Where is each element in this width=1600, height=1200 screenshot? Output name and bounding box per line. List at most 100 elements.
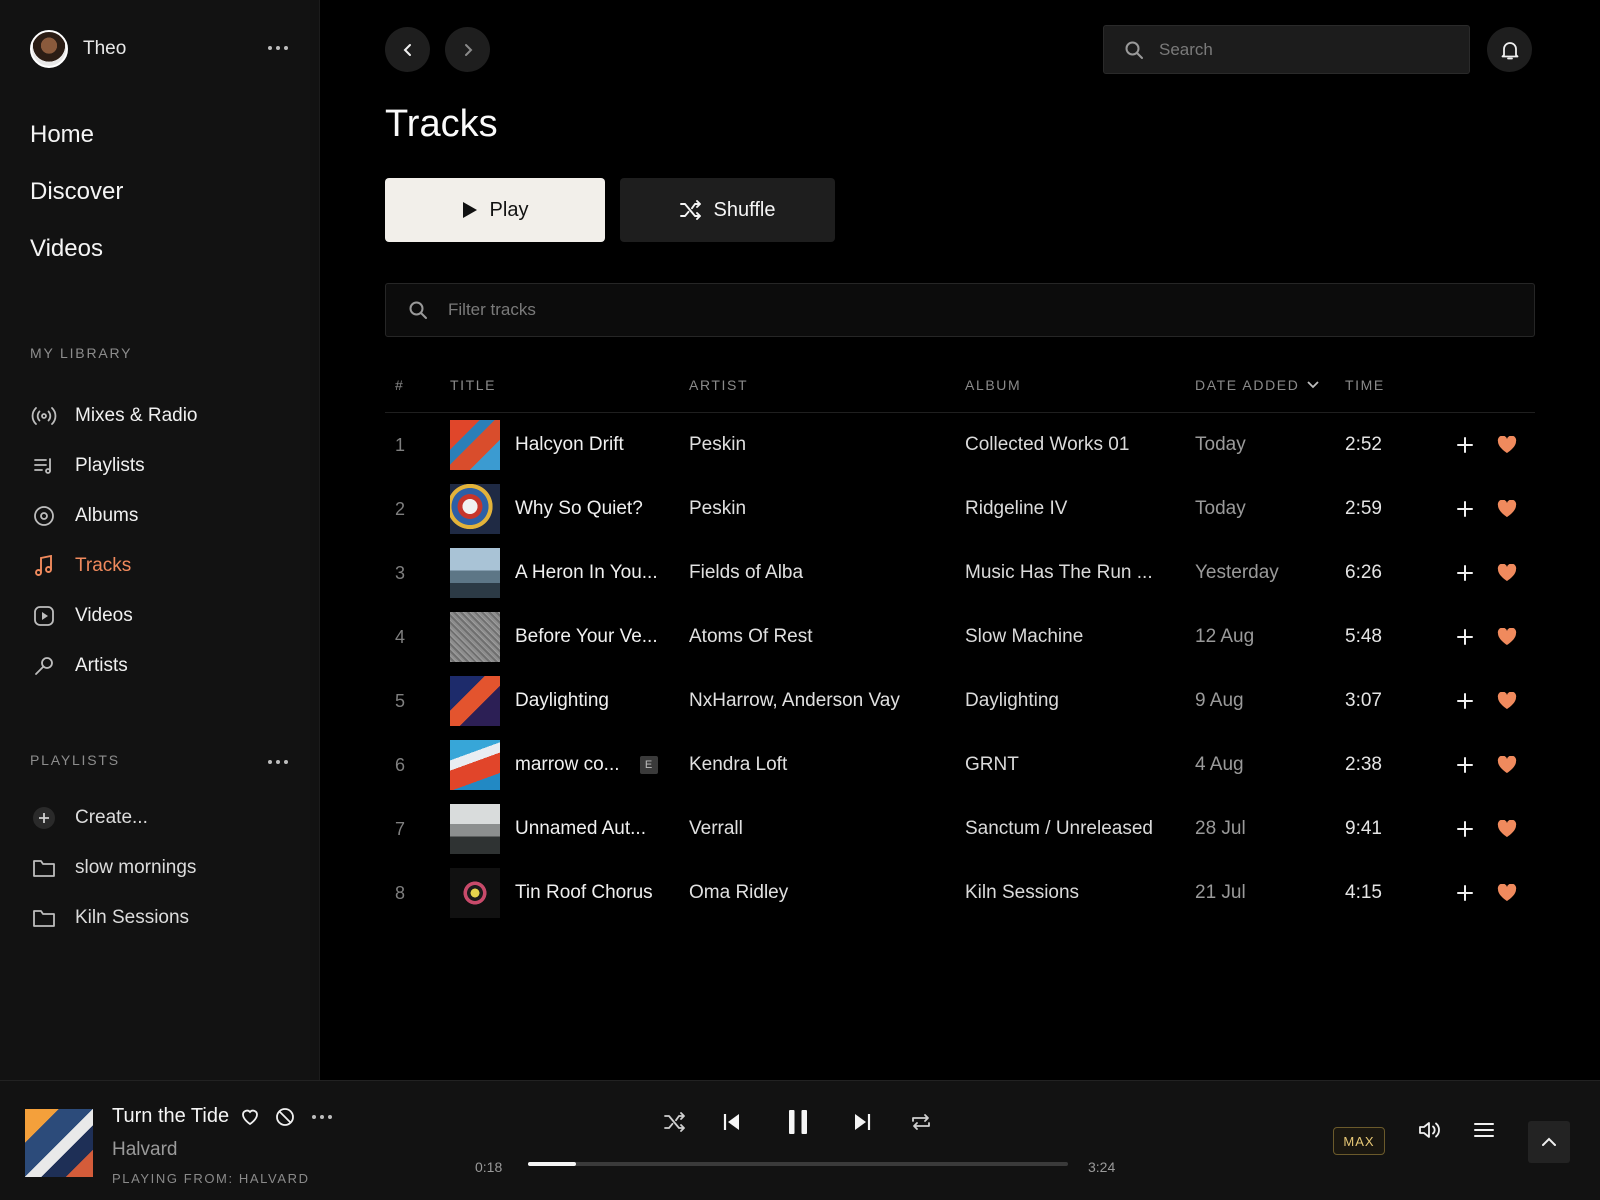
heart-filled-icon[interactable] <box>1497 733 1517 797</box>
notifications-button[interactable] <box>1487 27 1532 72</box>
table-row[interactable]: 3 A Heron In You... Fields of Alba Music Ha… <box>385 541 1535 605</box>
table-row[interactable]: 7 Unnamed Aut... Verrall Sanctum / Unreleas… <box>385 797 1535 861</box>
add-to-playlist-icon[interactable] <box>1456 733 1474 797</box>
search-bar[interactable] <box>1103 25 1470 74</box>
shuffle-button[interactable]: Shuffle <box>620 178 835 242</box>
user-menu-more-icon[interactable] <box>268 46 288 50</box>
track-artist[interactable]: Kendra Loft <box>689 733 787 797</box>
heart-outline-icon[interactable] <box>240 1108 260 1126</box>
add-to-playlist-icon[interactable] <box>1456 605 1474 669</box>
now-playing-artist[interactable]: Halvard <box>112 1139 177 1161</box>
track-artwork <box>450 413 500 477</box>
add-to-playlist-icon[interactable] <box>1456 797 1474 861</box>
track-title[interactable]: Why So Quiet? <box>515 477 643 541</box>
filter-tracks-bar[interactable] <box>385 283 1535 337</box>
track-album[interactable]: GRNT <box>965 733 1019 797</box>
sidebar-item-tracks[interactable]: Tracks <box>30 541 198 591</box>
sidebar-item-slow-mornings[interactable]: slow mornings <box>30 843 196 893</box>
playlists-more-icon[interactable] <box>268 760 288 764</box>
sidebar-item-playlists[interactable]: Playlists <box>30 441 198 491</box>
nav-home[interactable]: Home <box>30 117 123 174</box>
previous-track-icon[interactable] <box>723 1113 741 1131</box>
track-album[interactable]: Collected Works 01 <box>965 413 1129 477</box>
expand-player-button[interactable] <box>1528 1121 1570 1163</box>
track-title[interactable]: marrow co... E <box>515 733 658 797</box>
nav-videos[interactable]: Videos <box>30 231 123 288</box>
sidebar-item-videos[interactable]: Videos <box>30 591 198 641</box>
track-album[interactable]: Ridgeline IV <box>965 477 1067 541</box>
table-row[interactable]: 5 Daylighting NxHarrow, Anderson Vay Daylig… <box>385 669 1535 733</box>
nav-discover[interactable]: Discover <box>30 174 123 231</box>
add-to-playlist-icon[interactable] <box>1456 541 1474 605</box>
track-date-added: Today <box>1195 498 1246 519</box>
add-to-playlist-icon[interactable] <box>1456 669 1474 733</box>
heart-filled-icon[interactable] <box>1497 541 1517 605</box>
track-title[interactable]: Halcyon Drift <box>515 413 624 477</box>
queue-icon[interactable] <box>1474 1121 1494 1139</box>
forward-button[interactable] <box>445 27 490 72</box>
column-album[interactable]: ALBUM <box>965 377 1021 393</box>
back-button[interactable] <box>385 27 430 72</box>
heart-filled-icon[interactable] <box>1497 669 1517 733</box>
column-title[interactable]: TITLE <box>450 377 496 393</box>
track-number: 5 <box>395 690 406 711</box>
track-title[interactable]: Before Your Ve... <box>515 605 658 669</box>
sidebar-item-albums[interactable]: Albums <box>30 491 198 541</box>
sidebar-item-kiln-sessions[interactable]: Kiln Sessions <box>30 893 196 943</box>
progress-bar[interactable] <box>528 1162 1068 1166</box>
track-album[interactable]: Sanctum / Unreleased <box>965 797 1153 861</box>
repeat-icon[interactable] <box>910 1112 932 1132</box>
track-title[interactable]: Unnamed Aut... <box>515 797 646 861</box>
track-album[interactable]: Music Has The Run ... <box>965 541 1153 605</box>
search-input[interactable] <box>1159 39 1439 60</box>
now-playing-artwork[interactable] <box>25 1109 93 1177</box>
table-row[interactable]: 1 Halcyon Drift Peskin Collected Works 01 To… <box>385 413 1535 477</box>
table-row[interactable]: 2 Why So Quiet? Peskin Ridgeline IV Today 2:5… <box>385 477 1535 541</box>
table-row[interactable]: 4 Before Your Ve... Atoms Of Rest Slow Mach… <box>385 605 1535 669</box>
column-time[interactable]: TIME <box>1345 377 1385 393</box>
play-icon <box>462 202 477 218</box>
pause-icon[interactable] <box>786 1109 810 1135</box>
track-artist[interactable]: NxHarrow, Anderson Vay <box>689 669 900 733</box>
track-title[interactable]: Daylighting <box>515 669 609 733</box>
column-artist[interactable]: ARTIST <box>689 377 748 393</box>
heart-filled-icon[interactable] <box>1497 797 1517 861</box>
track-artist[interactable]: Atoms Of Rest <box>689 605 813 669</box>
heart-filled-icon[interactable] <box>1497 477 1517 541</box>
create-playlist-button[interactable]: Create... <box>30 793 196 843</box>
block-icon[interactable] <box>275 1107 295 1127</box>
user-profile[interactable]: Theo <box>30 30 126 68</box>
shuffle-icon <box>679 200 701 220</box>
heart-filled-icon[interactable] <box>1497 861 1517 925</box>
track-title[interactable]: Tin Roof Chorus <box>515 861 653 925</box>
track-title[interactable]: A Heron In You... <box>515 541 658 605</box>
sidebar-item-mixes-radio[interactable]: Mixes & Radio <box>30 391 198 441</box>
shuffle-control-icon[interactable] <box>664 1112 686 1132</box>
heart-filled-icon[interactable] <box>1497 413 1517 477</box>
track-artist[interactable]: Fields of Alba <box>689 541 803 605</box>
track-artist[interactable]: Oma Ridley <box>689 861 788 925</box>
track-artist[interactable]: Peskin <box>689 477 746 541</box>
add-to-playlist-icon[interactable] <box>1456 477 1474 541</box>
track-album[interactable]: Slow Machine <box>965 605 1083 669</box>
add-to-playlist-icon[interactable] <box>1456 861 1474 925</box>
volume-icon[interactable] <box>1418 1119 1442 1141</box>
table-row[interactable]: 8 Tin Roof Chorus Oma Ridley Kiln Sessions 2… <box>385 861 1535 925</box>
sidebar-item-artists[interactable]: Artists <box>30 641 198 691</box>
add-to-playlist-icon[interactable] <box>1456 413 1474 477</box>
track-artist[interactable]: Verrall <box>689 797 743 861</box>
audio-quality-badge[interactable]: MAX <box>1333 1127 1385 1155</box>
play-button[interactable]: Play <box>385 178 605 242</box>
track-album[interactable]: Kiln Sessions <box>965 861 1079 925</box>
playing-from-label[interactable]: PLAYING FROM: HALVARD <box>112 1171 310 1186</box>
next-track-icon[interactable] <box>853 1113 871 1131</box>
track-album[interactable]: Daylighting <box>965 669 1059 733</box>
track-artist[interactable]: Peskin <box>689 413 746 477</box>
now-playing-more-icon[interactable] <box>312 1115 332 1119</box>
table-row[interactable]: 6 marrow co... E Kendra Loft GRNT 4 Aug 2:38 <box>385 733 1535 797</box>
filter-tracks-input[interactable] <box>448 300 1448 320</box>
track-number: 2 <box>395 498 406 519</box>
now-playing-title[interactable]: Turn the Tide <box>112 1105 229 1128</box>
heart-filled-icon[interactable] <box>1497 605 1517 669</box>
column-date-added[interactable]: DATE ADDED <box>1195 377 1320 393</box>
